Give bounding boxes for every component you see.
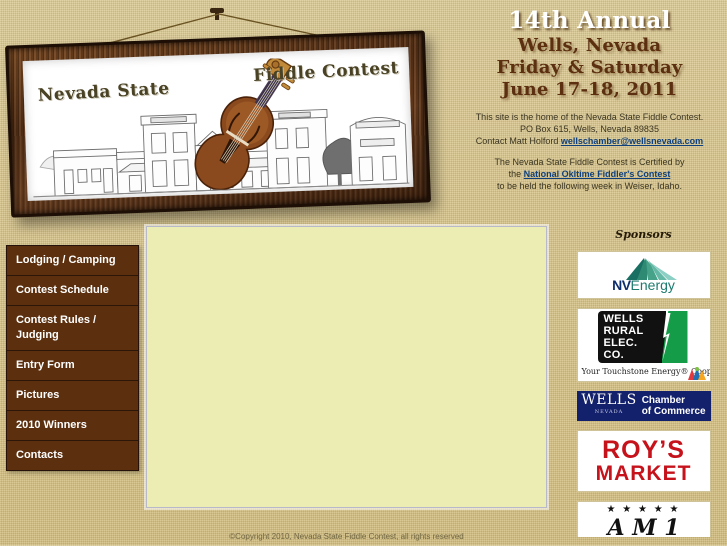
- info-line-2: PO Box 615, Wells, Nevada 89835: [520, 124, 659, 134]
- roys-line-1: ROY’S: [602, 436, 685, 464]
- contact-prefix: Contact Matt Holford: [475, 136, 561, 146]
- nav-item-contest-schedule[interactable]: Contest Schedule: [7, 276, 138, 306]
- national-oldtime-fiddlers-contest-link[interactable]: National Okltime Fiddler's Contest: [524, 169, 671, 179]
- stars-row: ★ ★ ★ ★ ★: [606, 504, 681, 515]
- sponsors-heading: Sponsors: [615, 228, 672, 241]
- chamber-line-1: Chamber: [641, 395, 686, 406]
- nav-item-contacts[interactable]: Contacts: [7, 441, 138, 470]
- contact-line: Contact Matt Holford wellschamber@wellsn…: [452, 135, 727, 147]
- chamber-line-2: of Commerce: [641, 406, 706, 417]
- roys-line-2: MARKET: [595, 462, 692, 485]
- footer-copyright: ©Copyright 2010, Nevada State Fiddle Con…: [229, 532, 464, 541]
- cert-line-1: The Nevada State Fiddle Contest is Certi…: [494, 157, 685, 167]
- sponsor-logo-roys-market[interactable]: ROY’S MARKET: [576, 430, 711, 492]
- banner-frame-wood: Nevada State Fiddle Contest: [8, 33, 428, 215]
- cert-prefix: the: [508, 169, 524, 179]
- header-date: June 17-18, 2011: [501, 79, 678, 100]
- banner-frame: Nevada State Fiddle Contest: [4, 30, 432, 218]
- site-info-block: This site is the home of the Nevada Stat…: [452, 111, 727, 147]
- cert-line-2: the National Okltime Fiddler's Contest: [452, 168, 727, 180]
- nv-energy-energy-text: Energy: [630, 277, 675, 293]
- sponsor-logo-stars[interactable]: ★ ★ ★ ★ ★ A M 1: [576, 501, 711, 537]
- nav-item-pictures[interactable]: Pictures: [7, 381, 138, 411]
- cert-line-3: to be held the following week in Weiser,…: [497, 181, 682, 191]
- wrec-line-3: ELEC.: [603, 337, 638, 349]
- sponsor-logo-wells-rural-elec[interactable]: WELLS RURAL ELEC. CO. Your Touchstone En…: [576, 308, 711, 382]
- nv-energy-nv-text: NV: [612, 277, 631, 293]
- main-content-panel: [146, 226, 547, 508]
- nav-item-lodging-camping[interactable]: Lodging / Camping: [7, 246, 138, 276]
- touchstone-energy-mark-icon: [687, 367, 706, 380]
- info-line-1: This site is the home of the Nevada Stat…: [475, 112, 704, 122]
- site-banner: Nevada State Fiddle Contest: [0, 0, 452, 222]
- chamber-wells-wordmark: WELLS NEVADA: [581, 393, 636, 419]
- sponsors-sidebar: Sponsors NVEnergy WELLS RURAL ELEC. CO. …: [560, 228, 727, 546]
- wrec-line-1: WELLS: [603, 313, 644, 325]
- header-text-block: 14th Annual Wells, Nevada Friday & Satur…: [452, 0, 727, 192]
- nav-item-contest-rules-judging[interactable]: Contest Rules / Judging: [7, 306, 138, 351]
- header-location: Wells, Nevada: [517, 35, 662, 56]
- contact-email-link[interactable]: wellschamber@wellsnevada.com: [561, 136, 703, 146]
- wrec-wordmark: WELLS RURAL ELEC. CO.: [604, 313, 644, 361]
- header-annual: 14th Annual: [508, 7, 671, 34]
- wrec-line-4: CO.: [603, 349, 624, 361]
- nav-item-entry-form[interactable]: Entry Form: [7, 351, 138, 381]
- sponsor-logo-wells-chamber-of-commerce[interactable]: WELLS NEVADA Chamber of Commerce: [576, 391, 711, 421]
- sponsor-logo-nv-energy[interactable]: NVEnergy: [576, 251, 711, 299]
- nv-energy-wordmark: NVEnergy: [578, 278, 710, 292]
- chamber-of-commerce-wordmark: Chamber of Commerce: [642, 395, 706, 417]
- nav-item-2010-winners[interactable]: 2010 Winners: [7, 411, 138, 441]
- wrec-line-2: RURAL: [603, 325, 644, 337]
- main-navigation: Lodging / Camping Contest Schedule Conte…: [6, 245, 139, 471]
- certification-block: The Nevada State Fiddle Contest is Certi…: [452, 156, 727, 192]
- header-days: Friday & Saturday: [496, 57, 683, 78]
- stars-sponsor-script-text: A M 1: [607, 515, 680, 537]
- banner-sign-face: Nevada State Fiddle Contest: [22, 46, 414, 202]
